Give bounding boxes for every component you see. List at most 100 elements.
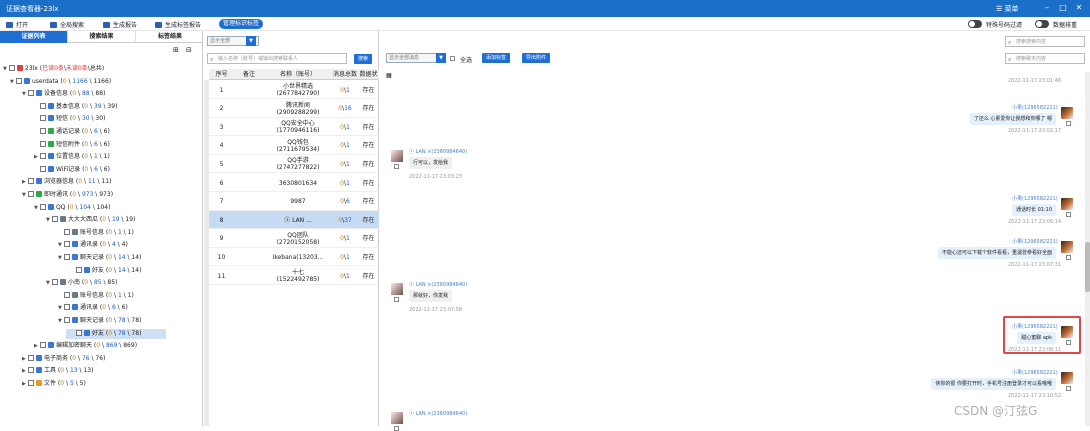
top-search-input[interactable]: ⌕ 搜索搜索内容 [1005, 36, 1085, 47]
tree-checkbox[interactable] [40, 115, 46, 122]
collapse-all-icon[interactable]: ⊟ [186, 46, 192, 54]
expand-all-icon[interactable]: ⊞ [173, 46, 179, 54]
tree-checkbox[interactable] [52, 216, 58, 223]
tree-node[interactable]: 短信 (0 \ 30 \ 30) [34, 114, 105, 124]
tree-node[interactable]: 账号信息 (0 \ 1 \ 1) [58, 291, 134, 301]
tree-node[interactable]: ▼ userdata (0 \ 1166 \ 1166) [10, 77, 111, 87]
col-status[interactable]: 数据状态 [358, 69, 379, 80]
tree-checkbox[interactable] [28, 354, 34, 361]
chevron-down-icon[interactable]: ▼ [246, 36, 256, 46]
tree-node[interactable]: ▶ 位置信息 (0 \ 1 \ 1) [34, 152, 110, 162]
data-dedupe-toggle[interactable] [1035, 20, 1049, 28]
add-tag-button[interactable]: 添加标签 [482, 53, 511, 63]
tree-checkbox[interactable] [40, 102, 46, 109]
col-name[interactable]: 名称（账号） [264, 69, 332, 80]
table-row[interactable]: 7 9987 0 \ 6 存在 [209, 193, 379, 211]
table-row[interactable]: 9 QQ团队 (2720152058) 0 \ 1 存在 [209, 230, 379, 248]
tree-checkbox[interactable] [76, 266, 82, 273]
tree-checkbox[interactable] [64, 254, 70, 260]
tree-node[interactable]: ▶ 电子商务 (0 \ 76 \ 76) [22, 354, 105, 364]
gen-report-button[interactable]: 生成报告 [103, 20, 137, 29]
message-checkbox[interactable] [394, 164, 399, 169]
global-search-button[interactable]: 全局搜索 [50, 20, 84, 29]
manage-tags-button[interactable]: 管理标识标签 [219, 19, 264, 29]
tree-node[interactable]: 好友 (0 \ 14 \ 14) [70, 266, 141, 276]
tree-node[interactable]: 好友 (0 \ 78 \ 78) [66, 328, 166, 339]
message-checkbox[interactable] [1066, 121, 1071, 126]
tree-node[interactable]: 短信附件 (0 \ 6 \ 6) [34, 140, 110, 150]
tree-node[interactable]: ▼ 通讯录 (0 \ 4 \ 4) [58, 240, 128, 250]
tree-checkbox[interactable] [64, 241, 70, 248]
tree-checkbox[interactable] [40, 203, 46, 210]
tree-checkbox[interactable] [40, 128, 46, 134]
table-row[interactable]: 3 QQ安全中心 (1770946116) 0 \ 1 存在 [209, 118, 379, 137]
tree-node[interactable]: ▼ 通讯录 (0 \ 6 \ 6) [58, 303, 128, 313]
tree-node[interactable]: ▼ 即时通讯 (0 \ 973 \ 973) [22, 190, 113, 200]
tree-checkbox[interactable] [64, 304, 70, 311]
table-row[interactable]: 1 小世界精选 (2677842790) 0 \ 1 存在 [209, 81, 379, 99]
tree-node[interactable]: ▼ 聊天记录 (0 \ 14 \ 14) [58, 253, 141, 263]
table-row[interactable]: 5 QQ手游 (2747277822) 0 \ 1 存在 [209, 155, 379, 174]
tree-checkbox[interactable] [64, 228, 70, 235]
tree-node[interactable]: 基本信息 (0 \ 39 \ 39) [34, 102, 117, 112]
message-checkbox[interactable] [1066, 386, 1071, 391]
tree-node[interactable]: 账号信息 (0 \ 1 \ 1) [58, 228, 134, 238]
table-row[interactable]: 10 Ikebana(13203... 0 \ 1 存在 [209, 248, 379, 267]
tree-node[interactable]: ▼ 设备信息 (0 \ 88 \ 88) [22, 89, 105, 99]
tree-checkbox[interactable] [40, 140, 46, 147]
tree-node[interactable]: WiFi记录 (0 \ 6 \ 6) [34, 165, 110, 175]
close-icon[interactable]: ✕ [1074, 3, 1084, 13]
tree-checkbox[interactable] [40, 153, 46, 160]
table-row[interactable]: 8 ⓩ LAN ... 0 \ 37 存在 [209, 211, 379, 230]
chevron-down-icon[interactable]: ▼ [436, 53, 446, 63]
special-filter-toggle[interactable] [968, 20, 982, 28]
chat-search-input[interactable]: ⌕ 搜索聊天内容 [1005, 53, 1085, 64]
tree-node[interactable]: 通话记录 (0 \ 6 \ 6) [34, 127, 110, 137]
grid-icon[interactable]: ▦ [386, 72, 392, 79]
message-checkbox[interactable] [1066, 212, 1071, 217]
tree-node[interactable]: ▼ QQ (0 \ 104 \ 104) [34, 203, 110, 213]
tree-node[interactable]: ▼ 大大大西瓜 (0 \ 19 \ 19) [46, 215, 135, 225]
tree-checkbox[interactable] [52, 279, 58, 286]
select-all-checkbox[interactable] [450, 56, 455, 61]
tree-node[interactable]: ▼ 聊天记录 (0 \ 78 \ 78) [58, 316, 141, 326]
tree-checkbox[interactable] [28, 90, 34, 97]
tree-checkbox[interactable] [9, 65, 15, 71]
gen-tag-report-button[interactable]: 生成标签报告 [155, 20, 201, 29]
open-button[interactable]: 打开 [6, 20, 28, 29]
tab-evidence-list[interactable]: 证据列表 [0, 31, 68, 43]
tree-checkbox[interactable] [40, 342, 46, 349]
contact-search-input[interactable]: ⌕ 输入名称（账号）或输出搜索联系人 [207, 53, 347, 64]
menu-button[interactable]: ☰ 菜单 [996, 4, 1019, 14]
table-row[interactable]: 2 腾讯新闻 (2909288299) 0 \ 16 存在 [209, 100, 379, 118]
tree-checkbox[interactable] [40, 165, 46, 172]
scrollbar-thumb[interactable] [1085, 242, 1090, 292]
message-checkbox[interactable] [1066, 255, 1071, 260]
tab-tag-results[interactable]: 标签结果 [136, 31, 204, 43]
chat-scrollbar[interactable] [1085, 72, 1090, 426]
tree-checkbox[interactable] [28, 367, 34, 374]
tree-node[interactable]: ▶ 文件 (0 \ 5 \ 5) [22, 379, 86, 389]
contact-search-button[interactable]: 搜索 [354, 54, 373, 64]
tab-search-results[interactable]: 搜索结果 [68, 31, 136, 43]
tree-checkbox[interactable] [64, 317, 70, 323]
tree-node[interactable]: ▼ 23lx (已读0条\未读0条\总共) [3, 64, 104, 74]
tree-checkbox[interactable] [28, 380, 34, 386]
tree-checkbox[interactable] [16, 77, 22, 84]
col-remark[interactable]: 备注 [234, 69, 264, 80]
maximize-icon[interactable]: □ [1058, 3, 1068, 13]
tree-checkbox[interactable] [28, 191, 34, 197]
col-msg-count[interactable]: 消息总数 [332, 69, 358, 80]
col-index[interactable]: 序号 [209, 69, 234, 80]
tree-node[interactable]: ▼ 小南 (0 \ 85 \ 85) [46, 278, 117, 288]
message-checkbox[interactable] [394, 297, 399, 302]
tree-checkbox[interactable] [28, 178, 34, 185]
tree-checkbox[interactable] [64, 291, 70, 298]
tree-checkbox[interactable] [76, 329, 82, 336]
tree-node[interactable]: ▶ 编辑加密聊天 (0 \ 869 \ 869) [34, 341, 137, 351]
tree-node[interactable]: ▶ 工具 (0 \ 13 \ 13) [22, 366, 93, 376]
message-checkbox[interactable] [394, 426, 399, 431]
table-row[interactable]: 6 3630801634 0 \ 1 存在 [209, 174, 379, 192]
table-row[interactable]: 11 十七 (1522492785) 0 \ 1 存在 [209, 267, 379, 285]
table-row[interactable]: 4 QQ钱包 (2711679534) 0 \ 1 存在 [209, 137, 379, 155]
